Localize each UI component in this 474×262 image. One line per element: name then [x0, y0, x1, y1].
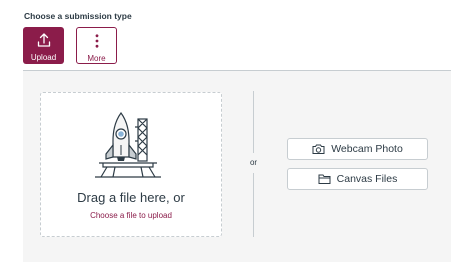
webcam-photo-button[interactable]: Webcam Photo — [287, 138, 428, 160]
more-types-button[interactable]: More — [76, 27, 117, 64]
camera-icon — [312, 144, 325, 154]
or-separator-text: or — [249, 158, 258, 167]
submission-type-heading: Choose a submission type — [24, 11, 132, 21]
canvas-files-label: Canvas Files — [336, 173, 398, 185]
upload-icon — [37, 33, 50, 47]
vertical-divider-bottom — [253, 173, 254, 237]
drag-file-text: Drag a file here, or — [77, 190, 185, 205]
folder-icon — [318, 174, 331, 184]
vertical-divider-top — [253, 91, 254, 153]
webcam-photo-label: Webcam Photo — [331, 143, 403, 155]
more-vertical-icon — [95, 34, 98, 48]
upload-type-label: Upload — [30, 53, 57, 62]
upload-type-button[interactable]: Upload — [23, 27, 64, 64]
upload-panel: Drag a file here, or Choose a file to up… — [23, 70, 451, 262]
rocket-launch-illustration — [95, 111, 161, 178]
more-types-label: More — [87, 54, 106, 63]
choose-file-link[interactable]: Choose a file to upload — [41, 211, 221, 220]
canvas-files-button[interactable]: Canvas Files — [287, 168, 428, 190]
file-dropzone[interactable]: Drag a file here, or Choose a file to up… — [40, 92, 222, 237]
